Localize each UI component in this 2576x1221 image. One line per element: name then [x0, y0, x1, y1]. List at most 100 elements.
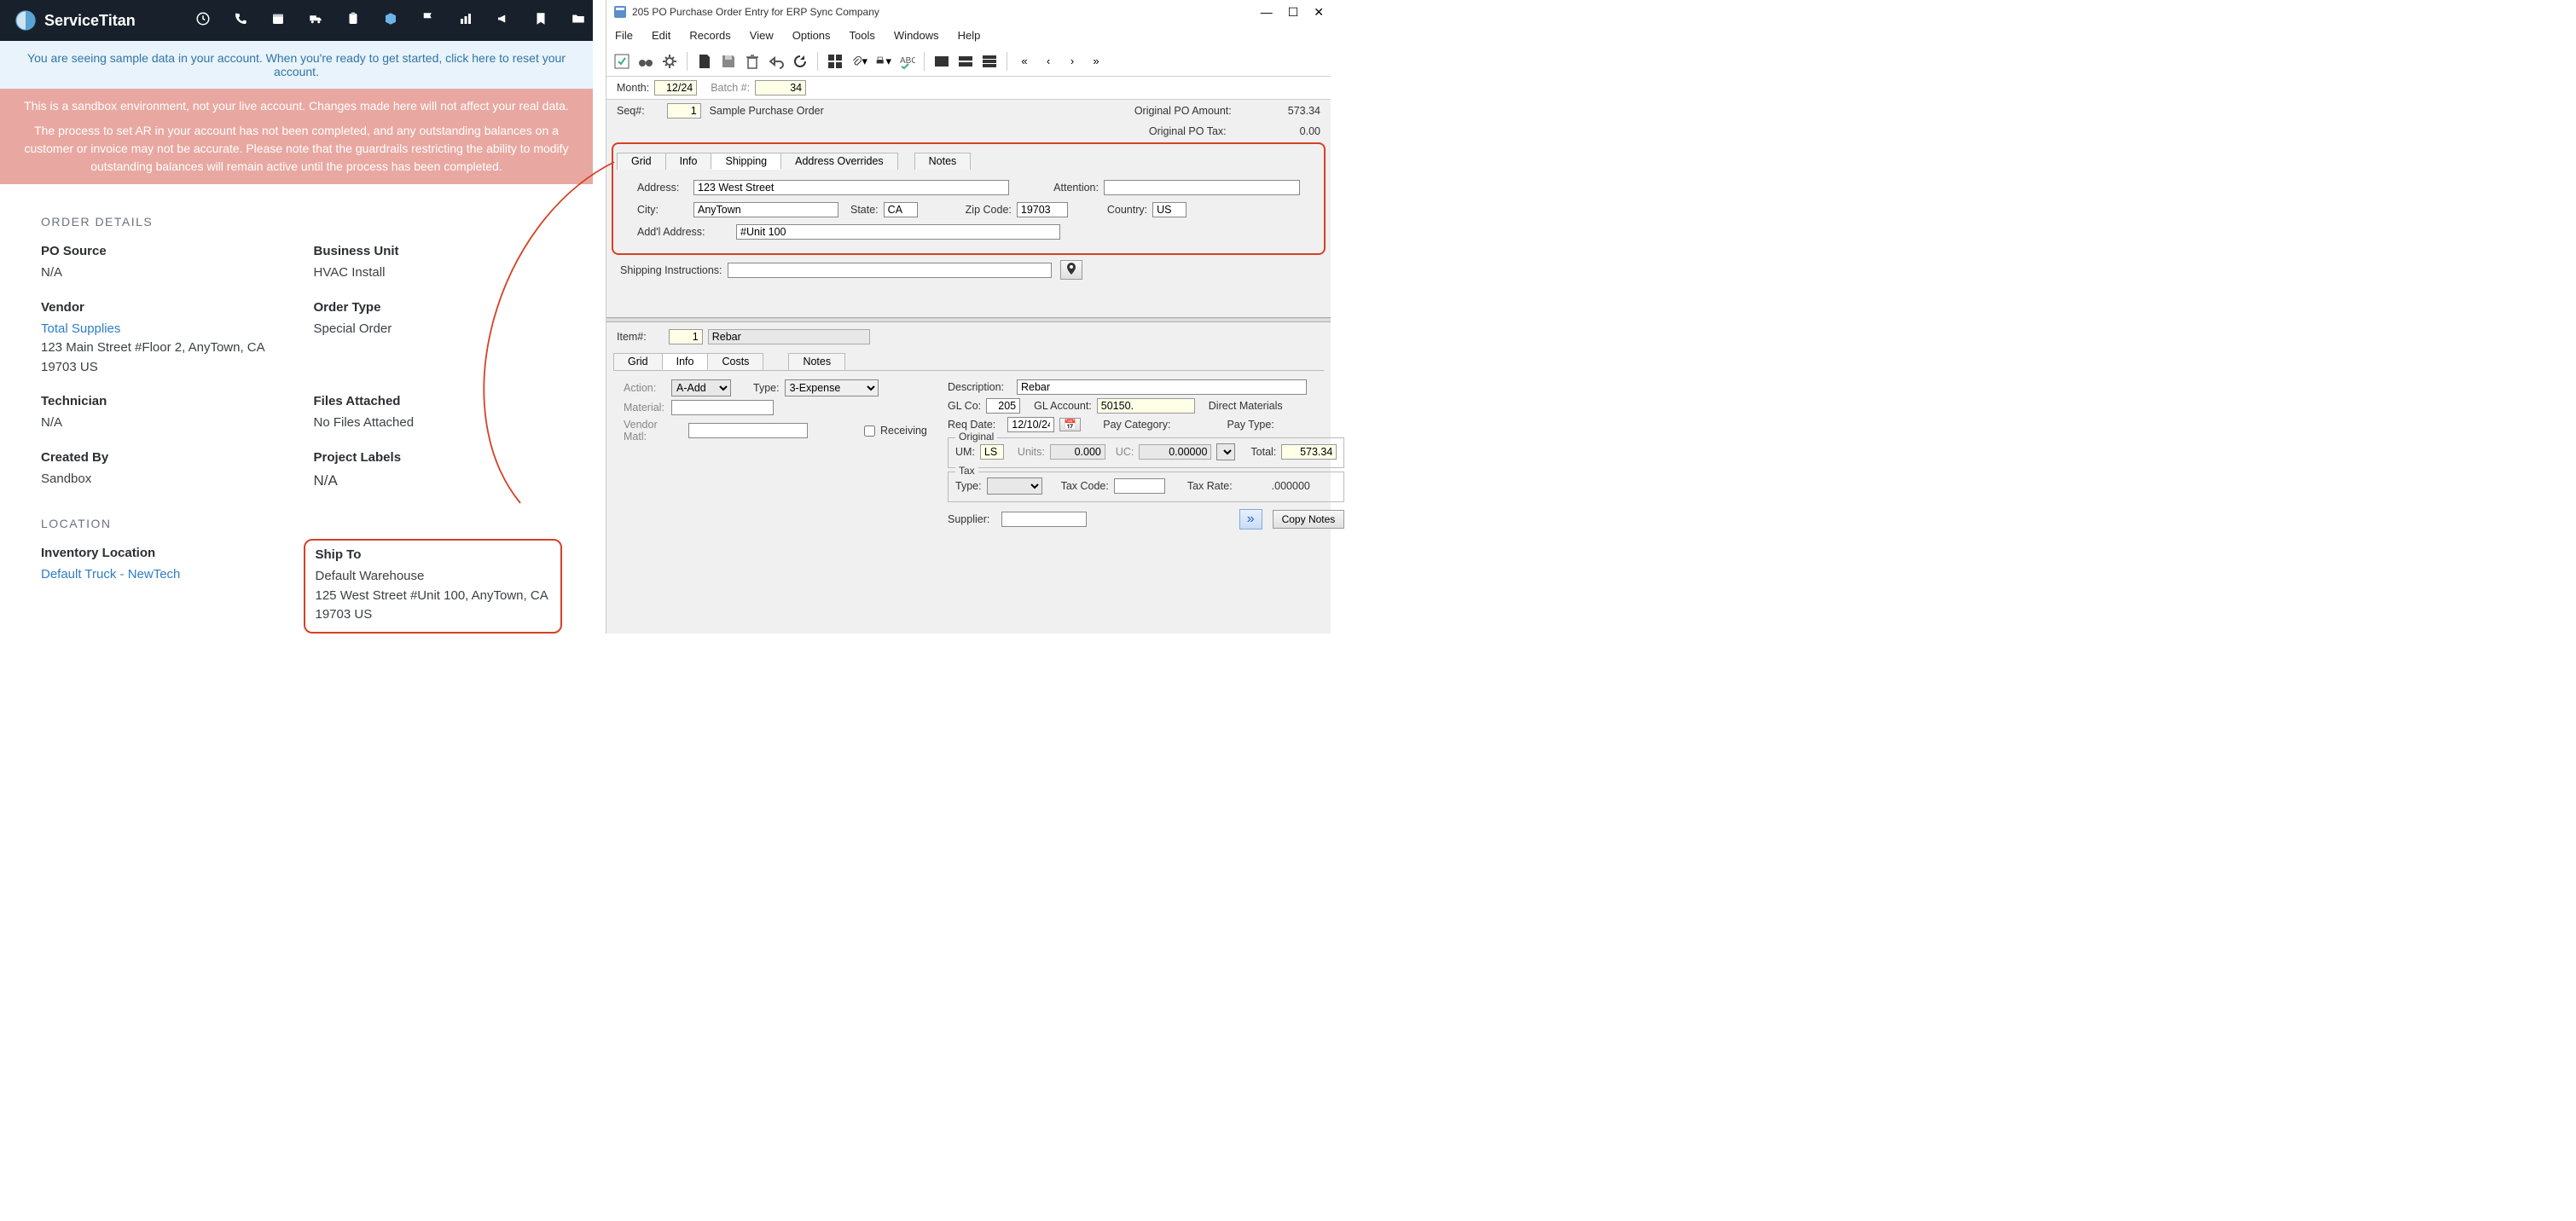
megaphone-icon[interactable] [496, 11, 511, 31]
menu-options[interactable]: Options [792, 29, 831, 42]
item-no-input[interactable] [669, 329, 703, 344]
layout1-icon[interactable] [933, 53, 950, 70]
action-select[interactable]: A-Add [671, 379, 731, 396]
next-icon[interactable]: › [1064, 53, 1081, 70]
bookmark-icon[interactable] [533, 11, 548, 31]
item-tab-info[interactable]: Info [662, 353, 709, 370]
tab-grid[interactable]: Grid [617, 153, 666, 170]
tab-address-overrides[interactable]: Address Overrides [780, 153, 898, 170]
last-icon[interactable]: » [1088, 53, 1105, 70]
window-icon [613, 5, 627, 19]
erp-window-title: 205 PO Purchase Order Entry for ERP Sync… [632, 6, 1261, 18]
folder-icon[interactable] [571, 11, 586, 31]
gl-co-input[interactable] [986, 398, 1020, 414]
tax-code-input[interactable] [1114, 478, 1165, 494]
save-icon[interactable] [720, 53, 737, 70]
tab-shipping[interactable]: Shipping [711, 153, 781, 170]
warning-banner: This is a sandbox environment, not your … [0, 89, 593, 184]
state-input[interactable] [884, 202, 918, 217]
st-logo[interactable]: ServiceTitan [14, 9, 136, 32]
undo-icon[interactable] [768, 53, 785, 70]
menu-edit[interactable]: Edit [652, 29, 670, 42]
flag-icon[interactable] [421, 11, 436, 31]
copy-notes-button[interactable]: Copy Notes [1273, 510, 1345, 529]
inventory-location-label: Inventory Location [41, 546, 280, 560]
erp-toolbar: ▾ ▾ ABC « ‹ › » [606, 46, 1331, 77]
spellcheck-icon[interactable]: ABC [898, 53, 915, 70]
project-labels-label: Project Labels [314, 450, 553, 465]
pay-category-label: Pay Category: [1103, 419, 1170, 431]
phone-icon[interactable] [233, 11, 248, 31]
calendar-picker-button[interactable]: 📅 [1059, 418, 1081, 431]
tab-notes[interactable]: Notes [914, 153, 972, 170]
clipboard-icon[interactable] [345, 11, 361, 31]
inventory-location-link[interactable]: Default Truck - NewTech [41, 567, 180, 582]
req-date-input[interactable] [1007, 417, 1054, 432]
menu-windows[interactable]: Windows [894, 29, 939, 42]
new-doc-icon[interactable] [696, 53, 713, 70]
box-icon[interactable] [383, 11, 398, 31]
clock-icon[interactable] [195, 11, 211, 31]
technician-label: Technician [41, 394, 280, 408]
close-icon[interactable]: ✕ [1314, 5, 1324, 20]
layout3-icon[interactable] [981, 53, 998, 70]
uc-label: UC: [1116, 446, 1134, 458]
minimize-icon[interactable]: — [1261, 5, 1273, 20]
vendor-link[interactable]: Total Supplies [41, 321, 120, 336]
vendor-matl-input[interactable] [688, 423, 808, 438]
uc-unit-select[interactable] [1216, 443, 1235, 460]
tab-info[interactable]: Info [665, 153, 712, 170]
item-tabs: Grid Info Costs Notes [613, 353, 1324, 370]
menu-tools[interactable]: Tools [850, 29, 875, 42]
grid-icon[interactable] [827, 53, 844, 70]
item-tab-costs[interactable]: Costs [707, 353, 763, 370]
refresh-icon[interactable] [792, 53, 809, 70]
prev-icon[interactable]: ‹ [1040, 53, 1057, 70]
country-input[interactable] [1152, 202, 1186, 217]
first-icon[interactable]: « [1016, 53, 1033, 70]
ship-to-highlight: Ship To Default Warehouse 125 West Stree… [304, 539, 563, 634]
menu-records[interactable]: Records [689, 29, 730, 42]
city-input[interactable] [693, 202, 838, 217]
attention-input[interactable] [1104, 180, 1300, 195]
material-input[interactable] [671, 400, 774, 415]
ship-instr-input[interactable] [728, 263, 1052, 278]
menu-view[interactable]: View [750, 29, 774, 42]
seq-input[interactable] [667, 103, 701, 119]
print-icon[interactable]: ▾ [874, 53, 891, 70]
item-type-select[interactable]: 3-Expense [785, 379, 879, 396]
item-tab-notes[interactable]: Notes [788, 353, 845, 370]
truck-icon[interactable] [308, 11, 323, 31]
batch-input[interactable] [755, 80, 806, 95]
chart-icon[interactable] [458, 11, 473, 31]
attachment-icon[interactable]: ▾ [850, 53, 867, 70]
ship-to-address1: 125 West Street #Unit 100, AnyTown, CA [316, 587, 551, 606]
menu-file[interactable]: File [615, 29, 633, 42]
arrow-forward-button[interactable]: » [1239, 509, 1262, 529]
receiving-checkbox[interactable] [864, 425, 875, 437]
tax-code-label: Tax Code: [1061, 480, 1109, 492]
info-banner[interactable]: You are seeing sample data in your accou… [0, 41, 593, 89]
addl-address-input[interactable] [736, 224, 1060, 240]
tax-type-select[interactable] [987, 477, 1042, 495]
pay-type-label: Pay Type: [1227, 419, 1273, 431]
maximize-icon[interactable]: ☐ [1288, 5, 1299, 20]
map-pin-button[interactable] [1060, 260, 1082, 280]
menu-help[interactable]: Help [958, 29, 981, 42]
gear-icon[interactable] [661, 53, 678, 70]
supplier-input[interactable] [1001, 512, 1087, 527]
vendor-address: 123 Main Street #Floor 2, AnyTown, CA 19… [41, 340, 264, 374]
month-input[interactable] [654, 80, 697, 95]
binoculars-icon[interactable] [637, 53, 654, 70]
address-input[interactable] [693, 180, 1009, 195]
um-input[interactable] [980, 444, 1004, 460]
zip-input[interactable] [1017, 202, 1068, 217]
item-tab-grid[interactable]: Grid [613, 353, 663, 370]
total-input[interactable] [1281, 444, 1337, 460]
description-input[interactable] [1017, 379, 1307, 395]
edit-icon[interactable] [613, 53, 630, 70]
calendar-icon[interactable] [270, 11, 286, 31]
layout2-icon[interactable] [957, 53, 974, 70]
delete-icon[interactable] [744, 53, 761, 70]
gl-account-input[interactable] [1097, 398, 1195, 414]
